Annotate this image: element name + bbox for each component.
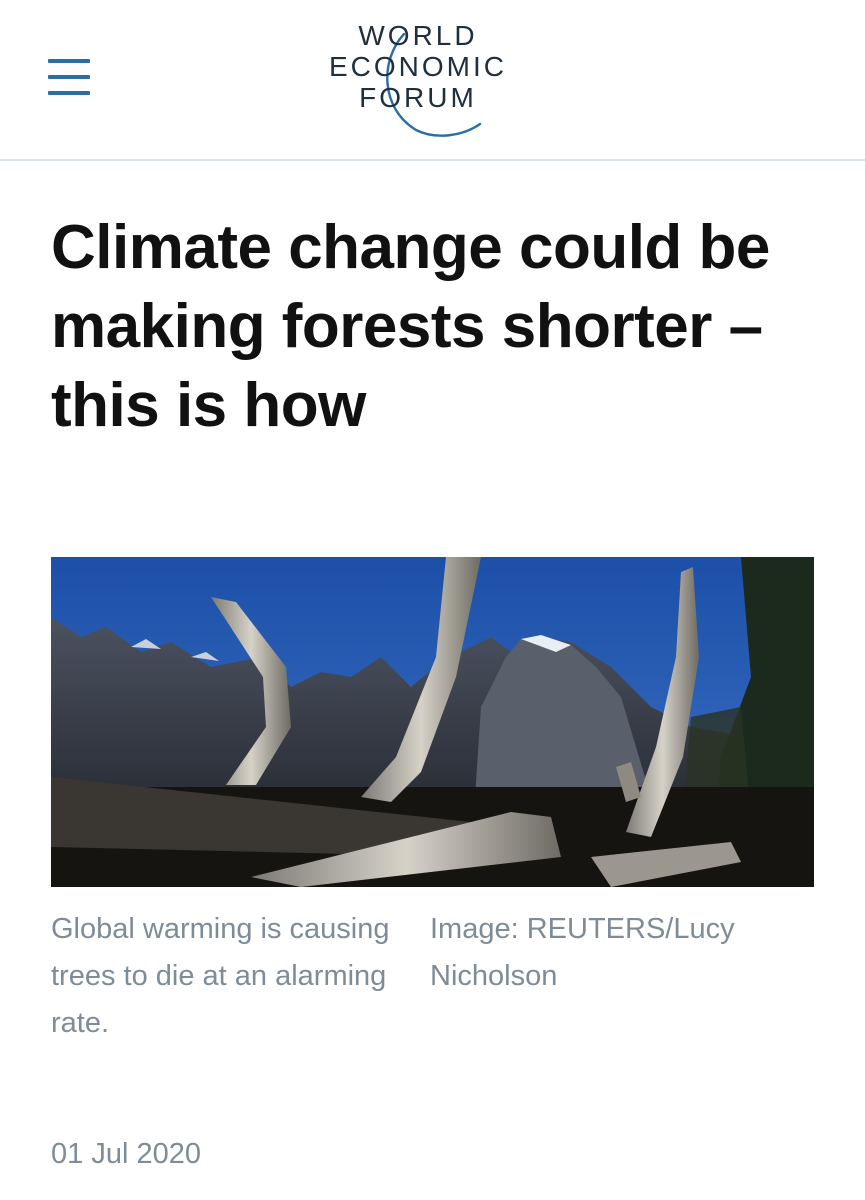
image-caption: Global warming is causing trees to die a… (51, 913, 390, 1039)
wef-logo[interactable]: WORLD ECONOMIC FORUM (318, 20, 518, 142)
site-header: WORLD ECONOMIC FORUM (0, 0, 865, 161)
hamburger-menu-icon[interactable] (44, 56, 94, 100)
article-title: Climate change could be making forests s… (51, 213, 770, 440)
image-credit: Image: REUTERS/Lucy Nicholson (430, 913, 735, 992)
publish-date: 01 Jul 2020 (51, 1138, 201, 1170)
logo-line-world: WORLD (358, 20, 478, 51)
menu-bar (48, 75, 90, 79)
logo-line-economic: ECONOMIC (329, 51, 507, 82)
menu-bar (48, 91, 90, 95)
article-hero-image (51, 557, 814, 887)
forest-photo (51, 557, 814, 887)
menu-bar (48, 59, 90, 63)
logo-line-forum: FORUM (359, 82, 477, 113)
